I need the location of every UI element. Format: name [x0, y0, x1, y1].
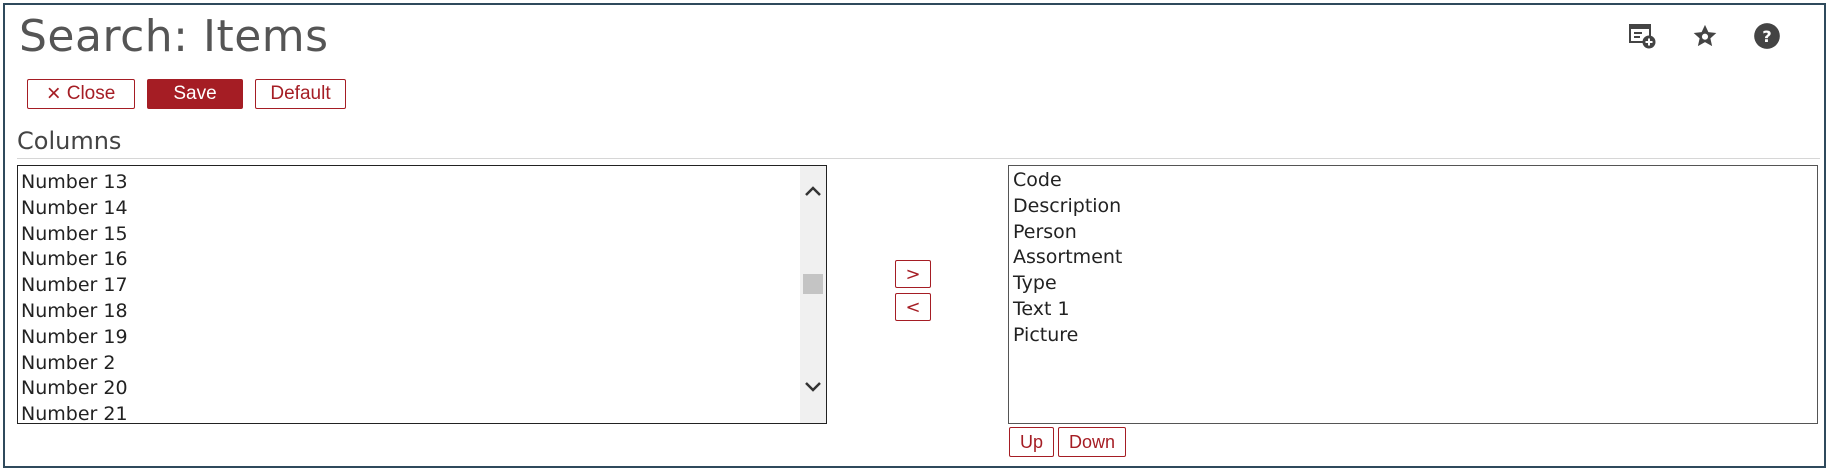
list-item[interactable]: Number 17 — [21, 273, 128, 299]
favorite-star-icon[interactable] — [1688, 19, 1722, 53]
list-item[interactable]: Person — [1013, 220, 1122, 246]
default-button-label: Default — [270, 83, 331, 104]
list-item[interactable]: Number 2 — [21, 351, 128, 377]
list-item[interactable]: Number 19 — [21, 325, 128, 351]
list-item[interactable]: Number 14 — [21, 196, 128, 222]
close-button[interactable]: × Close — [27, 79, 135, 109]
move-up-button[interactable]: Up — [1009, 427, 1055, 457]
columns-section-title: Columns — [17, 127, 122, 155]
scroll-down-chevron-icon[interactable] — [800, 380, 826, 400]
list-item[interactable]: Assortment — [1013, 245, 1122, 271]
help-icon[interactable]: ? — [1750, 19, 1784, 53]
save-button[interactable]: Save — [147, 79, 243, 109]
save-button-label: Save — [173, 83, 217, 104]
selected-columns-items: Code Description Person Assortment Type Text … — [1013, 168, 1122, 349]
available-columns-scrollbar[interactable] — [800, 166, 826, 423]
svg-text:?: ? — [1762, 27, 1771, 46]
default-button[interactable]: Default — [255, 79, 346, 109]
list-item[interactable]: Number 16 — [21, 247, 128, 273]
list-item[interactable]: Description — [1013, 194, 1122, 220]
list-item[interactable]: Number 21 — [21, 402, 128, 423]
header-actions: ? — [1626, 19, 1784, 53]
list-item[interactable]: Number 13 — [21, 170, 128, 196]
toolbar: × Close Save Default — [27, 79, 346, 109]
move-down-button[interactable]: Down — [1058, 427, 1127, 457]
order-controls: Up Down — [1009, 427, 1127, 457]
scroll-thumb[interactable] — [803, 274, 823, 294]
window-frame: Search: Items ? × Close Save Default Col… — [3, 3, 1826, 468]
list-item[interactable]: Number 20 — [21, 376, 128, 402]
add-column-button[interactable]: > — [895, 260, 931, 288]
close-icon: × — [46, 80, 61, 107]
available-columns-items: Number 13 Number 14 Number 15 Number 16 Numb… — [21, 170, 128, 423]
list-item[interactable]: Code — [1013, 168, 1122, 194]
page-title: Search: Items — [19, 11, 329, 62]
selected-columns-list[interactable]: Code Description Person Assortment Type Text … — [1008, 165, 1818, 424]
list-item[interactable]: Number 18 — [21, 299, 128, 325]
available-columns-list[interactable]: Number 13 Number 14 Number 15 Number 16 Numb… — [17, 165, 827, 424]
list-item[interactable]: Text 1 — [1013, 297, 1122, 323]
add-widget-icon[interactable] — [1626, 19, 1660, 53]
remove-column-button[interactable]: < — [895, 293, 931, 321]
list-item[interactable]: Number 15 — [21, 222, 128, 248]
scroll-up-chevron-icon[interactable] — [800, 184, 826, 204]
close-button-label: Close — [66, 83, 116, 104]
section-divider — [17, 158, 1820, 159]
list-item[interactable]: Picture — [1013, 323, 1122, 349]
list-item[interactable]: Type — [1013, 271, 1122, 297]
